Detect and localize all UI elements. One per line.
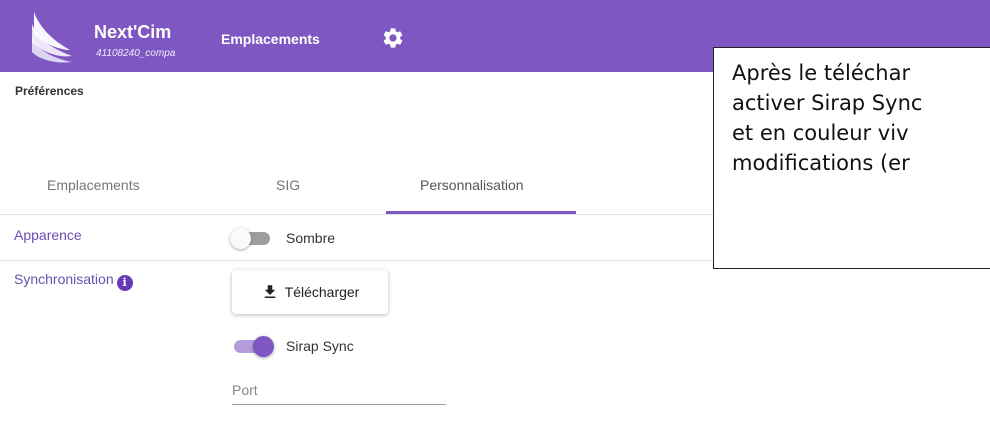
- app-logo-icon: [32, 12, 72, 63]
- toggle-thumb: [253, 336, 274, 357]
- callout-line: modifications (er: [732, 151, 910, 175]
- sync-label-text: Synchronisation: [14, 271, 114, 287]
- info-icon[interactable]: i: [116, 275, 133, 291]
- appearance-label: Apparence: [14, 227, 82, 243]
- tab-emplacements[interactable]: Emplacements: [47, 177, 140, 193]
- callout-line: Après le téléchar: [732, 61, 911, 85]
- dark-mode-label: Sombre: [286, 230, 336, 246]
- sirap-sync-label: Sirap Sync: [286, 338, 354, 354]
- tab-sig[interactable]: SIG: [276, 177, 300, 193]
- sirap-sync-toggle[interactable]: [230, 334, 276, 358]
- annotation-callout: Après le téléchar activer Sirap Sync et …: [713, 47, 990, 269]
- port-input-underline: [232, 404, 446, 405]
- download-icon: [264, 285, 275, 298]
- page-title: Préférences: [15, 84, 84, 98]
- sync-label: Synchronisation i: [14, 271, 133, 291]
- app-name: Next'Cim: [94, 22, 172, 42]
- port-input[interactable]: Port: [232, 382, 258, 398]
- toggle-thumb: [230, 228, 251, 249]
- tab-personnalisation[interactable]: Personnalisation: [420, 177, 524, 193]
- gear-icon[interactable]: [381, 26, 405, 50]
- dark-mode-toggle[interactable]: [230, 226, 276, 250]
- callout-line: activer Sirap Sync: [732, 91, 923, 115]
- download-button[interactable]: Télécharger: [232, 270, 388, 314]
- nav-title[interactable]: Emplacements: [221, 31, 320, 47]
- callout-line: et en couleur viv: [732, 121, 909, 145]
- app-subtitle: 41108240_compa: [96, 48, 176, 59]
- download-button-label: Télécharger: [284, 284, 360, 300]
